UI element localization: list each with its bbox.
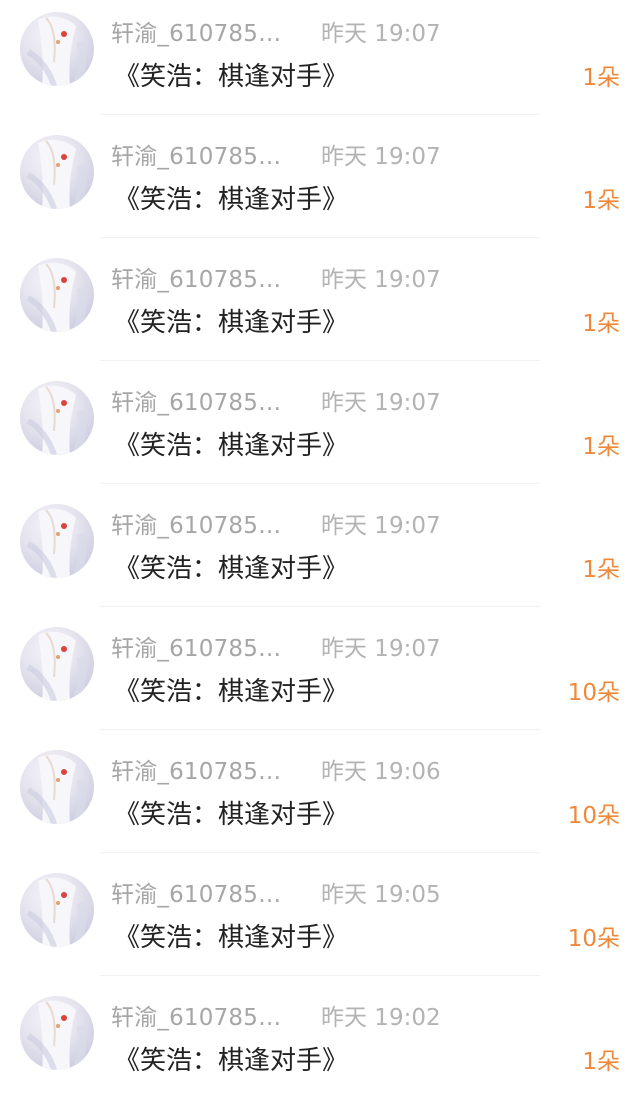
user-avatar[interactable] bbox=[20, 135, 94, 209]
user-avatar[interactable] bbox=[20, 873, 94, 947]
flower-count: 10朵 bbox=[567, 803, 620, 829]
user-avatar[interactable] bbox=[20, 12, 94, 86]
row-divider bbox=[100, 729, 540, 730]
user-name[interactable]: 轩渝_610785… bbox=[111, 752, 281, 786]
user-name[interactable]: 轩渝_610785… bbox=[111, 14, 281, 48]
list-item[interactable]: 轩渝_610785… 昨天 19:07 《笑浩：棋逢对手》 1朵 bbox=[0, 492, 640, 615]
item-title: 《笑浩：棋逢对手》 bbox=[114, 554, 349, 584]
row-divider bbox=[100, 114, 540, 115]
avatar-illustration-icon bbox=[26, 139, 87, 209]
user-name[interactable]: 轩渝_610785… bbox=[111, 383, 281, 417]
timestamp: 昨天 19:02 bbox=[321, 1005, 441, 1031]
user-name[interactable]: 轩渝_610785… bbox=[111, 998, 281, 1032]
timestamp: 昨天 19:07 bbox=[321, 636, 441, 662]
flower-count: 10朵 bbox=[567, 926, 620, 952]
item-title: 《笑浩：棋逢对手》 bbox=[114, 431, 349, 461]
timestamp: 昨天 19:07 bbox=[321, 513, 441, 539]
flower-count: 1朵 bbox=[582, 1049, 620, 1075]
timestamp: 昨天 19:05 bbox=[321, 882, 441, 908]
list-item[interactable]: 轩渝_610785… 昨天 19:05 《笑浩：棋逢对手》 10朵 bbox=[0, 861, 640, 984]
avatar-illustration-icon bbox=[26, 754, 87, 824]
flower-count: 1朵 bbox=[582, 557, 620, 583]
avatar-illustration-icon bbox=[26, 385, 87, 455]
row-divider bbox=[100, 975, 540, 976]
timestamp: 昨天 19:07 bbox=[321, 267, 441, 293]
timestamp: 昨天 19:07 bbox=[321, 390, 441, 416]
flower-count: 1朵 bbox=[582, 311, 620, 337]
item-title: 《笑浩：棋逢对手》 bbox=[114, 677, 349, 707]
user-avatar[interactable] bbox=[20, 750, 94, 824]
row-divider bbox=[100, 483, 540, 484]
avatar-illustration-icon bbox=[26, 262, 87, 332]
user-name[interactable]: 轩渝_610785… bbox=[111, 629, 281, 663]
avatar-illustration-icon bbox=[26, 631, 87, 701]
gift-record-list: 轩渝_610785… 昨天 19:07 《笑浩：棋逢对手》 1朵 轩渝_6107… bbox=[0, 0, 640, 1107]
timestamp: 昨天 19:07 bbox=[321, 144, 441, 170]
item-title: 《笑浩：棋逢对手》 bbox=[114, 923, 349, 953]
flower-count: 1朵 bbox=[582, 188, 620, 214]
avatar-illustration-icon bbox=[26, 16, 87, 86]
flower-count: 1朵 bbox=[582, 434, 620, 460]
user-avatar[interactable] bbox=[20, 627, 94, 701]
avatar-illustration-icon bbox=[26, 1000, 87, 1070]
item-title: 《笑浩：棋逢对手》 bbox=[114, 62, 349, 92]
list-item[interactable]: 轩渝_610785… 昨天 19:02 《笑浩：棋逢对手》 1朵 bbox=[0, 984, 640, 1107]
row-divider bbox=[100, 360, 540, 361]
avatar-illustration-icon bbox=[26, 508, 87, 578]
list-item[interactable]: 轩渝_610785… 昨天 19:07 《笑浩：棋逢对手》 1朵 bbox=[0, 0, 640, 123]
list-item[interactable]: 轩渝_610785… 昨天 19:06 《笑浩：棋逢对手》 10朵 bbox=[0, 738, 640, 861]
item-title: 《笑浩：棋逢对手》 bbox=[114, 800, 349, 830]
list-item[interactable]: 轩渝_610785… 昨天 19:07 《笑浩：棋逢对手》 1朵 bbox=[0, 246, 640, 369]
list-item[interactable]: 轩渝_610785… 昨天 19:07 《笑浩：棋逢对手》 10朵 bbox=[0, 615, 640, 738]
flower-count: 10朵 bbox=[567, 680, 620, 706]
list-item[interactable]: 轩渝_610785… 昨天 19:07 《笑浩：棋逢对手》 1朵 bbox=[0, 369, 640, 492]
user-avatar[interactable] bbox=[20, 504, 94, 578]
user-name[interactable]: 轩渝_610785… bbox=[111, 506, 281, 540]
avatar-illustration-icon bbox=[26, 877, 87, 947]
item-title: 《笑浩：棋逢对手》 bbox=[114, 1046, 349, 1076]
row-divider bbox=[100, 852, 540, 853]
row-divider bbox=[100, 606, 540, 607]
list-item[interactable]: 轩渝_610785… 昨天 19:07 《笑浩：棋逢对手》 1朵 bbox=[0, 123, 640, 246]
timestamp: 昨天 19:07 bbox=[321, 21, 441, 47]
item-title: 《笑浩：棋逢对手》 bbox=[114, 308, 349, 338]
row-divider bbox=[100, 237, 540, 238]
item-title: 《笑浩：棋逢对手》 bbox=[114, 185, 349, 215]
user-avatar[interactable] bbox=[20, 381, 94, 455]
user-name[interactable]: 轩渝_610785… bbox=[111, 875, 281, 909]
timestamp: 昨天 19:06 bbox=[321, 759, 441, 785]
flower-count: 1朵 bbox=[582, 65, 620, 91]
user-name[interactable]: 轩渝_610785… bbox=[111, 137, 281, 171]
user-name[interactable]: 轩渝_610785… bbox=[111, 260, 281, 294]
user-avatar[interactable] bbox=[20, 258, 94, 332]
user-avatar[interactable] bbox=[20, 996, 94, 1070]
